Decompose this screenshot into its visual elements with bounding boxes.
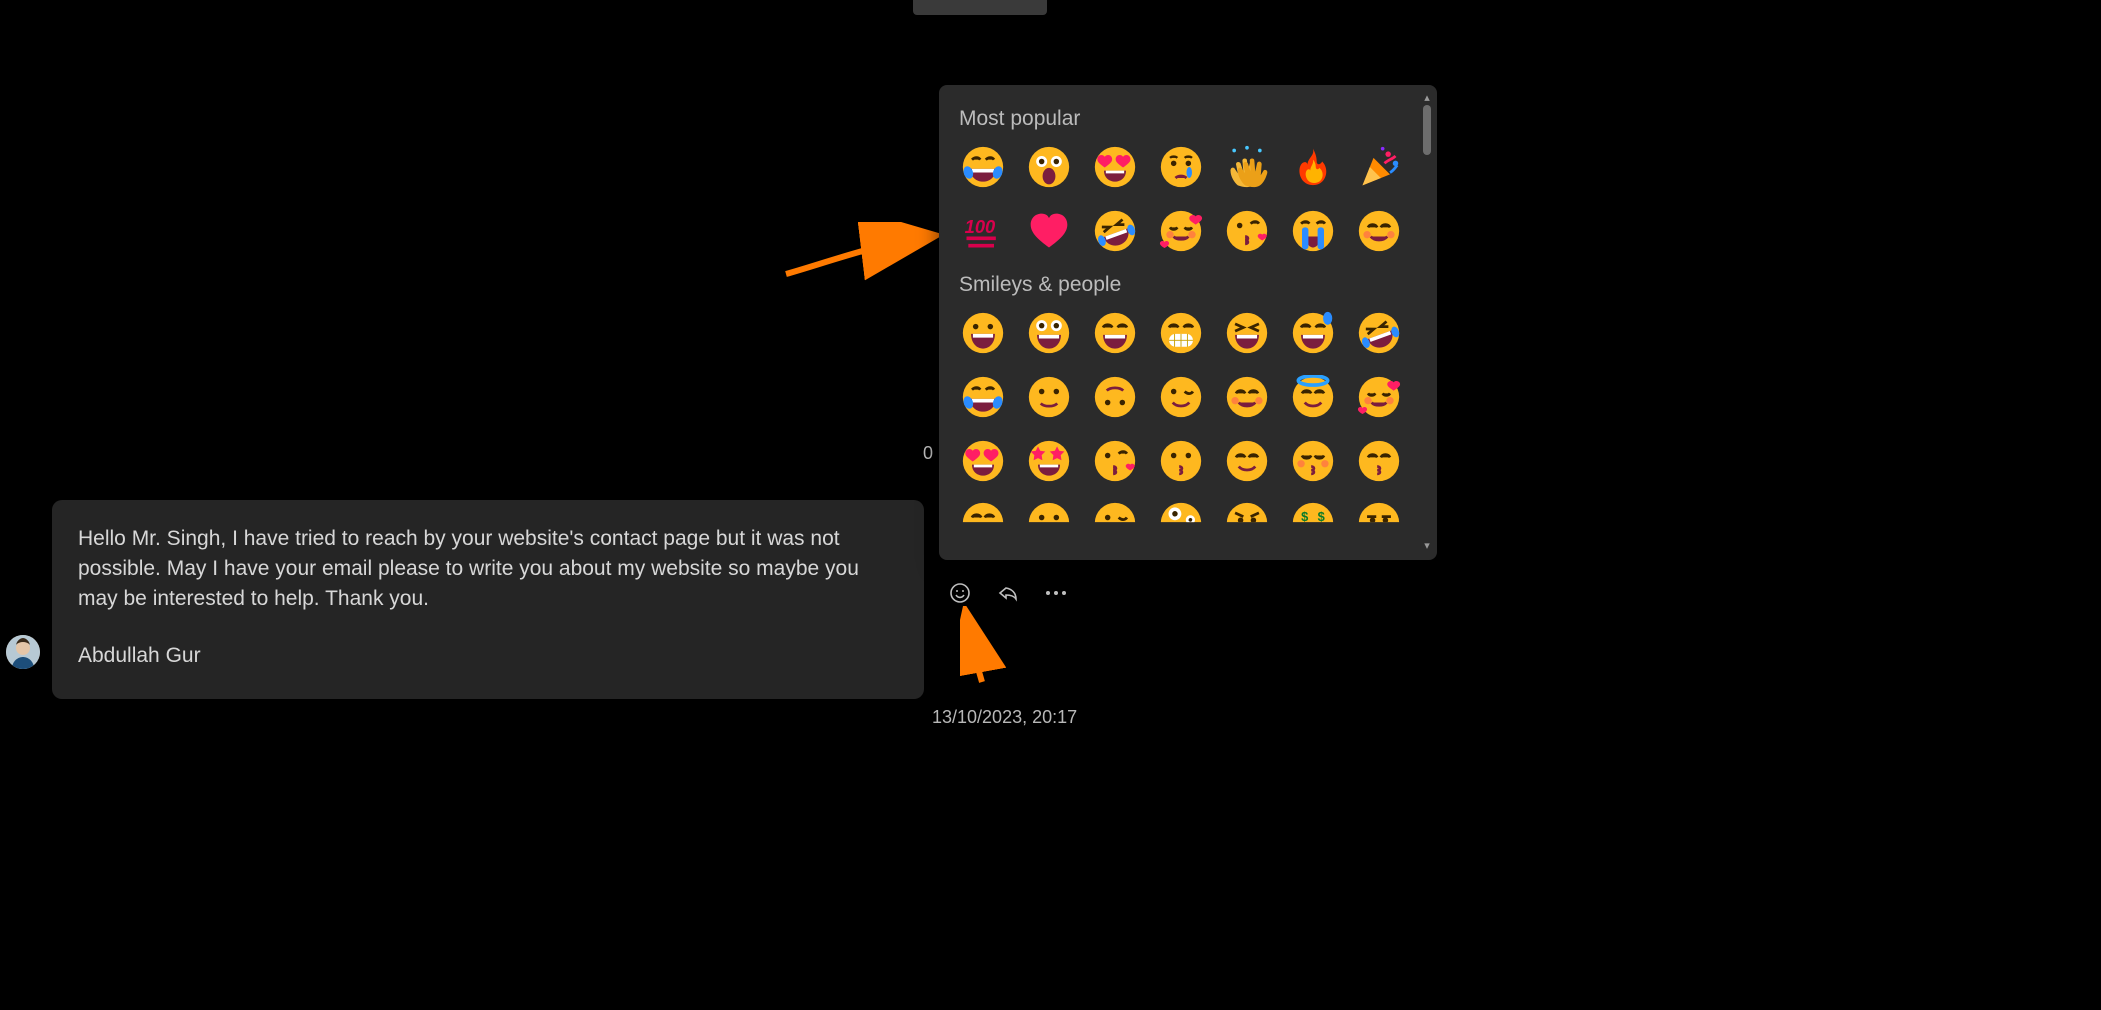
- message-signature: Abdullah Gur: [78, 641, 898, 671]
- emoji-smiling-face-with-smiling-eyes[interactable]: [1223, 373, 1271, 421]
- message-timestamp: 13/10/2023, 20:17: [932, 707, 1077, 728]
- more-options-button[interactable]: [1044, 581, 1068, 605]
- scroll-up-button[interactable]: ▴: [1421, 91, 1433, 103]
- emoji-face-blowing-a-kiss[interactable]: [1223, 207, 1271, 255]
- emoji-smiling-face-with-heart-eyes[interactable]: [959, 437, 1007, 485]
- emoji-kissing-face-with-closed-eyes[interactable]: [1289, 437, 1337, 485]
- emoji-zany-face[interactable]: [1157, 501, 1205, 543]
- emoji-clapping-hands[interactable]: [1223, 143, 1271, 191]
- emoji-slightly-smiling-face[interactable]: [1025, 373, 1073, 421]
- emoji-smiling-face-with-hearts[interactable]: [1157, 207, 1205, 255]
- emoji-crying-face[interactable]: [1157, 143, 1205, 191]
- emoji-rolling-on-the-floor-laughing[interactable]: [1355, 309, 1403, 357]
- svg-text:$: $: [1308, 528, 1314, 539]
- emoji-kissing-face-with-smiling-eyes[interactable]: [1355, 437, 1403, 485]
- emoji-face-with-tears-of-joy[interactable]: [959, 373, 1007, 421]
- message-actions: [948, 581, 1068, 605]
- most-popular-grid: 100: [959, 143, 1427, 255]
- reply-button[interactable]: [996, 581, 1020, 605]
- emoji-beaming-face-with-smiling-eyes[interactable]: [1157, 309, 1205, 357]
- emoji-star-struck[interactable]: [1025, 437, 1073, 485]
- emoji-smiling-face-with-smiling-eyes[interactable]: [1355, 207, 1403, 255]
- emoji-kissing-face[interactable]: [1157, 437, 1205, 485]
- emoji-angry-face[interactable]: [1223, 501, 1271, 543]
- unread-count: 0: [923, 443, 933, 464]
- emoji-winking-face[interactable]: [1157, 373, 1205, 421]
- emoji-astonished-face[interactable]: [1025, 143, 1073, 191]
- message-body: Hello Mr. Singh, I have tried to reach b…: [78, 524, 898, 613]
- annotation-arrow-2: [960, 606, 1010, 686]
- message-bubble: Hello Mr. Singh, I have tried to reach b…: [52, 500, 924, 699]
- emoji-grinning-face[interactable]: [959, 309, 1007, 357]
- more-icon: [1046, 591, 1066, 595]
- emoji-party-popper[interactable]: [1355, 143, 1403, 191]
- emoji-grinning-face-with-big-eyes[interactable]: [1025, 309, 1073, 357]
- scroll-thumb[interactable]: [1423, 105, 1431, 155]
- smileys-grid: $$$: [959, 309, 1427, 543]
- emoji-smiling-face-with-halo[interactable]: [1289, 373, 1337, 421]
- emoji-face-blowing-a-kiss[interactable]: [1091, 437, 1139, 485]
- emoji-grinning-face-with-smiling-eyes[interactable]: [1091, 309, 1139, 357]
- emoji-smiling-face-with-heart-eyes[interactable]: [1091, 143, 1139, 191]
- emoji-scrollbar: ▴ ▾: [1421, 91, 1433, 551]
- emoji-face-savoring-food[interactable]: [959, 501, 1007, 543]
- annotation-arrow: [782, 222, 942, 292]
- emoji-upside-down-face[interactable]: [1091, 373, 1139, 421]
- emoji-loudly-crying-face[interactable]: [1289, 207, 1337, 255]
- section-title-smileys: Smileys & people: [959, 273, 1427, 297]
- scroll-down-button[interactable]: ▾: [1421, 539, 1433, 551]
- emoji-face-with-tears-of-joy[interactable]: [959, 143, 1007, 191]
- emoji-red-heart[interactable]: [1025, 207, 1073, 255]
- avatar: [6, 635, 40, 669]
- emoji-winking-face-with-tongue[interactable]: [1091, 501, 1139, 543]
- emoji-money-mouth-face[interactable]: $$$: [1289, 501, 1337, 543]
- emoji-grinning-face-with-sweat[interactable]: [1289, 309, 1337, 357]
- emoji-grinning-squinting-face[interactable]: [1223, 309, 1271, 357]
- emoji-smiling-face-with-hearts[interactable]: [1355, 373, 1403, 421]
- window-control-bar: [913, 0, 1047, 15]
- section-title-popular: Most popular: [959, 107, 1427, 131]
- emoji-fire[interactable]: [1289, 143, 1337, 191]
- emoji-smiling-face[interactable]: [1223, 437, 1271, 485]
- svg-text:100: 100: [965, 216, 996, 237]
- svg-text:$: $: [1301, 509, 1308, 524]
- emoji-rolling-on-the-floor-laughing[interactable]: [1091, 207, 1139, 255]
- emoji-unamused-face[interactable]: [1355, 501, 1403, 543]
- emoji-react-button[interactable]: [948, 581, 972, 605]
- emoji-picker: Most popular 100 Smileys & people $$$ ▴ …: [939, 85, 1437, 560]
- svg-text:$: $: [1318, 509, 1325, 524]
- emoji-hundred-points[interactable]: 100: [959, 207, 1007, 255]
- emoji-face-with-tongue[interactable]: [1025, 501, 1073, 543]
